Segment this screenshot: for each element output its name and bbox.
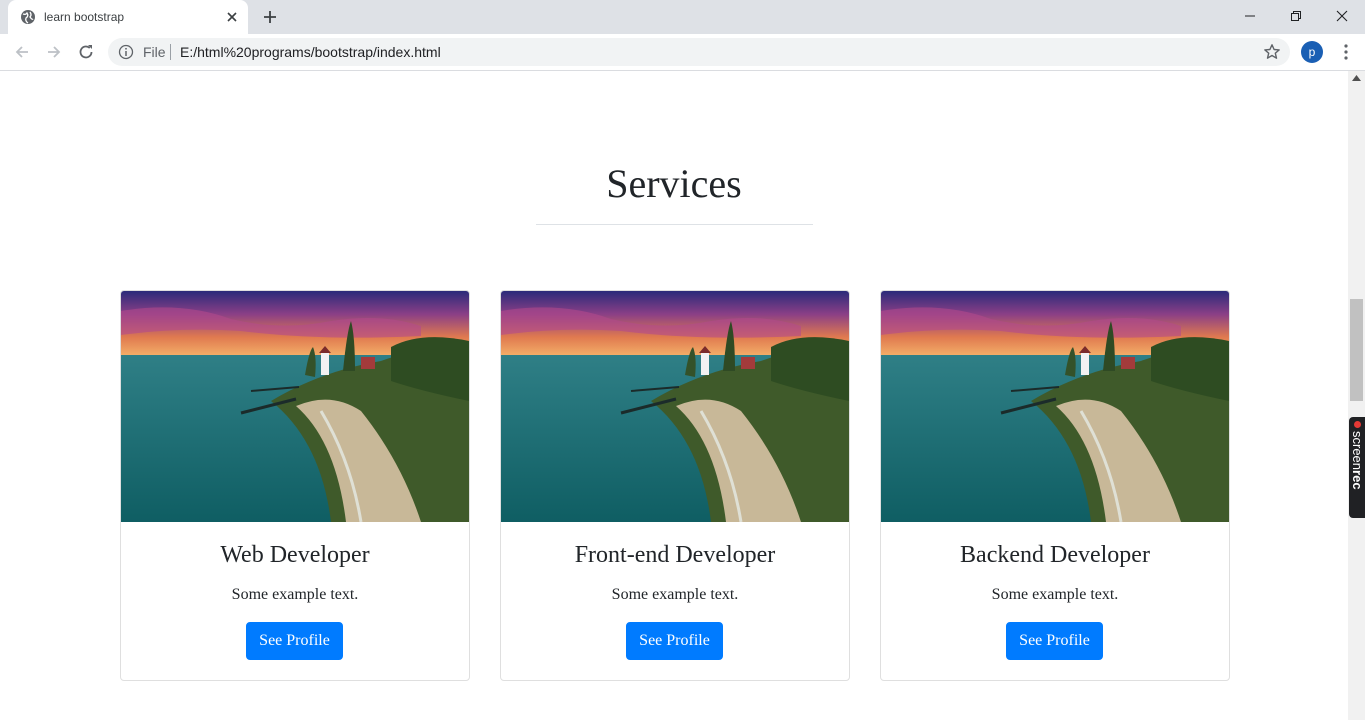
- card-image: [121, 291, 469, 522]
- url-scheme-label: File: [143, 44, 166, 60]
- scroll-up-arrow-icon[interactable]: [1352, 75, 1361, 81]
- screen-recorder-badge[interactable]: screenrec: [1349, 417, 1365, 518]
- card-image: [881, 291, 1229, 522]
- minimize-icon: [1245, 15, 1255, 17]
- card-text: Some example text.: [231, 586, 359, 603]
- service-card: Web Developer Some example text. See Pro…: [120, 290, 470, 681]
- card-text: Some example text.: [991, 586, 1119, 603]
- restore-button[interactable]: [1273, 0, 1319, 32]
- reload-icon[interactable]: [76, 42, 96, 62]
- globe-icon: [21, 10, 35, 24]
- browser-titlebar: learn bootstrap: [0, 0, 1365, 34]
- recorder-label-light: screen: [1350, 431, 1365, 471]
- restore-icon: [1291, 11, 1301, 21]
- recorder-label: screenrec: [1349, 431, 1365, 517]
- close-window-button[interactable]: [1319, 0, 1365, 32]
- card-title: Web Developer: [220, 542, 370, 568]
- address-bar[interactable]: File E:/html%20programs/bootstrap/index.…: [108, 38, 1290, 66]
- close-window-icon: [1336, 10, 1348, 22]
- record-dot-icon: [1354, 421, 1361, 428]
- section-title: Services: [606, 161, 742, 206]
- title-divider: [536, 224, 813, 225]
- see-profile-button[interactable]: See Profile: [1006, 622, 1103, 660]
- info-icon[interactable]: [118, 44, 134, 60]
- forward-icon[interactable]: [44, 42, 64, 62]
- star-icon[interactable]: [1263, 43, 1281, 61]
- card-image: [501, 291, 849, 522]
- plus-icon[interactable]: [260, 7, 280, 27]
- see-profile-button[interactable]: See Profile: [626, 622, 723, 660]
- scrollbar-thumb[interactable]: [1350, 299, 1363, 401]
- kebab-menu-icon[interactable]: [1338, 43, 1354, 61]
- page-viewport: Services Web Developer Some example text…: [0, 71, 1348, 720]
- card-text: Some example text.: [611, 586, 739, 603]
- service-card: Backend Developer Some example text. See…: [880, 290, 1230, 681]
- url-text[interactable]: E:/html%20programs/bootstrap/index.html: [180, 44, 441, 60]
- recorder-label-bold: rec: [1350, 470, 1365, 490]
- back-icon[interactable]: [12, 42, 32, 62]
- browser-tab[interactable]: learn bootstrap: [8, 0, 248, 34]
- card-title: Front-end Developer: [574, 542, 776, 568]
- minimize-button[interactable]: [1227, 0, 1273, 32]
- tab-title: learn bootstrap: [44, 10, 125, 24]
- close-icon[interactable]: [224, 9, 240, 25]
- see-profile-button[interactable]: See Profile: [246, 622, 343, 660]
- card-title: Backend Developer: [960, 542, 1150, 568]
- browser-toolbar: File E:/html%20programs/bootstrap/index.…: [0, 34, 1365, 71]
- address-divider: [170, 44, 171, 60]
- avatar[interactable]: p: [1301, 41, 1323, 63]
- page-scrollbar[interactable]: [1348, 71, 1365, 720]
- service-card: Front-end Developer Some example text. S…: [500, 290, 850, 681]
